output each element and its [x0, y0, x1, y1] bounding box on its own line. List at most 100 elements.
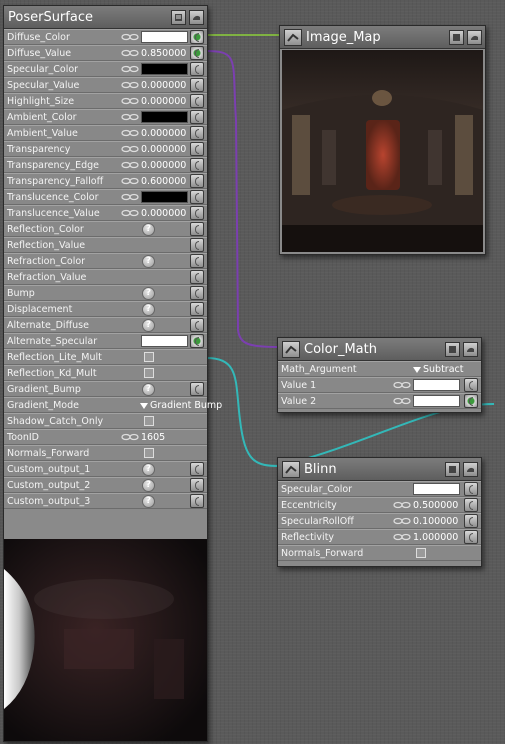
input-plug-icon[interactable]: [190, 254, 204, 268]
param-row-refraction-color[interactable]: Refraction_Color?: [4, 253, 207, 269]
input-plug-icon[interactable]: [464, 378, 478, 392]
node-drag-icon[interactable]: [282, 460, 300, 478]
param-value[interactable]: 0.000000: [141, 128, 186, 139]
help-icon[interactable]: ?: [142, 495, 155, 508]
help-icon[interactable]: ?: [142, 303, 155, 316]
preview-toggle-icon[interactable]: [463, 341, 478, 357]
preview-toggle-icon[interactable]: [189, 9, 204, 25]
param-value[interactable]: 0.000000: [141, 144, 186, 155]
param-row-reflection-kd-mult[interactable]: Reflection_Kd_Mult: [4, 365, 207, 381]
input-plug-icon[interactable]: [190, 318, 204, 332]
color-swatch[interactable]: [141, 63, 188, 75]
link-icon[interactable]: [393, 501, 411, 509]
param-row-reflection-lite-mult[interactable]: Reflection_Lite_Mult: [4, 349, 207, 365]
param-row-shadow-catch-only[interactable]: Shadow_Catch_Only: [4, 413, 207, 429]
param-row-translucence-color[interactable]: Translucence_Color: [4, 189, 207, 205]
checkbox[interactable]: [416, 548, 426, 558]
param-row-reflection-value[interactable]: Reflection_Value: [4, 237, 207, 253]
param-row-ambient-value[interactable]: Ambient_Value 0.000000: [4, 125, 207, 141]
param-row-custom-output-3[interactable]: Custom_output_3?: [4, 493, 207, 509]
param-row-reflectivity[interactable]: Reflectivity 1.000000: [278, 529, 481, 545]
help-icon[interactable]: ?: [142, 255, 155, 268]
param-row-diffuse-value[interactable]: Diffuse_Value 0.850000: [4, 45, 207, 61]
link-icon[interactable]: [121, 129, 139, 137]
poser-surface-header[interactable]: PoserSurface: [4, 6, 207, 29]
input-plug-icon[interactable]: [190, 286, 204, 300]
param-value[interactable]: 0.000000: [141, 96, 186, 107]
color-swatch[interactable]: [413, 379, 460, 391]
input-plug-icon[interactable]: [464, 498, 478, 512]
options-icon[interactable]: [445, 341, 460, 357]
param-row-transparency-falloff[interactable]: Transparency_Falloff 0.600000: [4, 173, 207, 189]
param-row-ambient-color[interactable]: Ambient_Color: [4, 109, 207, 125]
link-icon[interactable]: [121, 49, 139, 57]
param-row-value-1[interactable]: Value 1: [278, 377, 481, 393]
param-row-specular-color[interactable]: Specular_Color: [4, 61, 207, 77]
input-plug-icon[interactable]: [190, 222, 204, 236]
help-icon[interactable]: ?: [142, 479, 155, 492]
input-plug-icon[interactable]: [190, 190, 204, 204]
param-row-gradient-bump[interactable]: Gradient_Bump?: [4, 381, 207, 397]
image-map-node[interactable]: Image_Map: [279, 25, 486, 255]
input-plug-icon[interactable]: [190, 382, 204, 396]
param-row-translucence-value[interactable]: Translucence_Value 0.000000: [4, 205, 207, 221]
input-plug-icon[interactable]: [190, 110, 204, 124]
color-math-header[interactable]: Color_Math: [278, 338, 481, 361]
color-swatch[interactable]: [141, 31, 188, 43]
input-plug-icon[interactable]: [190, 238, 204, 252]
blinn-header[interactable]: Blinn: [278, 458, 481, 481]
link-icon[interactable]: [121, 113, 139, 121]
param-row-diffuse-color[interactable]: Diffuse_Color: [4, 29, 207, 45]
input-plug-icon[interactable]: [190, 206, 204, 220]
node-drag-icon[interactable]: [282, 340, 300, 358]
input-plug-icon[interactable]: [190, 494, 204, 508]
preview-toggle-icon[interactable]: [463, 461, 478, 477]
help-icon[interactable]: ?: [142, 463, 155, 476]
input-plug-icon[interactable]: [190, 478, 204, 492]
link-icon[interactable]: [121, 65, 139, 73]
param-row-transparency[interactable]: Transparency 0.000000: [4, 141, 207, 157]
input-plug-icon[interactable]: [464, 482, 478, 496]
param-value[interactable]: 0.100000: [413, 516, 458, 527]
param-row-normals-forward[interactable]: Normals_Forward: [278, 545, 481, 561]
param-row-transparency-edge[interactable]: Transparency_Edge 0.000000: [4, 157, 207, 173]
color-swatch[interactable]: [413, 395, 460, 407]
link-icon[interactable]: [121, 145, 139, 153]
blinn-node[interactable]: Blinn Specular_Color Eccentricity 0.500000…: [277, 457, 482, 567]
link-icon[interactable]: [121, 433, 139, 441]
input-plug-icon[interactable]: [464, 514, 478, 528]
param-value[interactable]: 0.850000: [141, 48, 186, 59]
image-map-header[interactable]: Image_Map: [280, 26, 485, 49]
color-swatch[interactable]: [413, 483, 460, 495]
checkbox[interactable]: [144, 352, 154, 362]
param-value[interactable]: 1605: [141, 432, 165, 443]
input-plug-icon[interactable]: [190, 94, 204, 108]
checkbox[interactable]: [144, 448, 154, 458]
input-plug-icon[interactable]: [190, 158, 204, 172]
help-icon[interactable]: ?: [142, 223, 155, 236]
param-row-value-2[interactable]: Value 2: [278, 393, 481, 409]
link-icon[interactable]: [393, 533, 411, 541]
preview-toggle-icon[interactable]: [467, 29, 482, 45]
param-row-specular-value[interactable]: Specular_Value 0.000000: [4, 77, 207, 93]
param-value[interactable]: 0.000000: [141, 208, 186, 219]
input-plug-icon[interactable]: [190, 142, 204, 156]
param-row-toonid[interactable]: ToonID 1605: [4, 429, 207, 445]
param-row-eccentricity[interactable]: Eccentricity 0.500000: [278, 497, 481, 513]
input-plug-icon[interactable]: [190, 302, 204, 316]
param-row-displacement[interactable]: Displacement?: [4, 301, 207, 317]
link-icon[interactable]: [121, 33, 139, 41]
param-value[interactable]: 0.500000: [413, 500, 458, 511]
param-value[interactable]: 1.000000: [413, 532, 458, 543]
input-plug-icon[interactable]: [190, 334, 204, 348]
input-plug-icon[interactable]: [190, 462, 204, 476]
param-row-gradient-mode[interactable]: Gradient_Mode Gradient Bump: [4, 397, 222, 413]
input-plug-icon[interactable]: [190, 46, 204, 60]
input-plug-icon[interactable]: [464, 530, 478, 544]
param-row-custom-output-2[interactable]: Custom_output_2?: [4, 477, 207, 493]
help-icon[interactable]: ?: [142, 287, 155, 300]
color-math-node[interactable]: Color_Math Math_Argument Subtract Value 1 V…: [277, 337, 482, 413]
input-plug-icon[interactable]: [190, 174, 204, 188]
color-swatch[interactable]: [141, 335, 188, 347]
param-row-specular-color[interactable]: Specular_Color: [278, 481, 481, 497]
